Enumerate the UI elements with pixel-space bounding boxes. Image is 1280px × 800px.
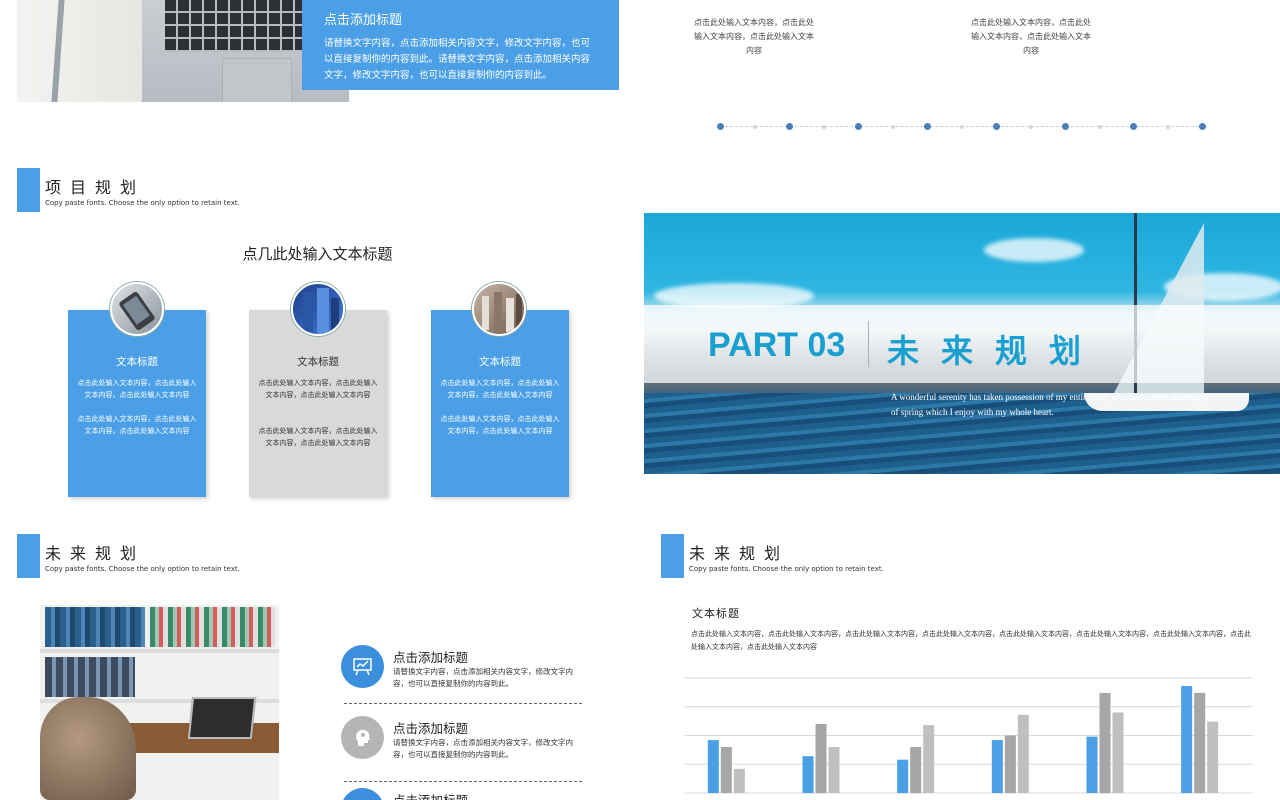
card-title: 文本标题 (479, 356, 521, 368)
card-text: 点击此处输入文本内容，点击此处输入文本内容，点击此处输入文本内容 (258, 427, 378, 447)
card-text: 点击此处输入文本内容，点击此处输入文本内容，点击此处输入文本内容 (77, 379, 197, 399)
plan-card-1: 文本标题 点击此处输入文本内容，点击此处输入文本内容，点击此处输入文本内容 点击… (68, 310, 206, 497)
timeline-dot (1130, 123, 1137, 130)
card-photo-building (291, 282, 345, 336)
chart-bar-series-3 (1207, 721, 1219, 793)
plan-card-2: 文本标题 点击此处输入文本内容，点击此处输入文本内容，点击此处输入文本内容 点击… (249, 310, 387, 497)
chart-bar-series-1 (707, 740, 719, 793)
chart-bar-series-1 (1086, 736, 1098, 793)
future-plan-right-title: 未来规划 (689, 544, 790, 563)
chart-bar-series-2 (1099, 692, 1111, 793)
banner-quote: A wonderful serenity has taken possessio… (891, 392, 1205, 417)
item-text: 请替换文字内容，点击添加相关内容文字，修改文字内容，也可以直接复制你的内容到此。 (393, 667, 573, 688)
timeline-dot (1199, 123, 1206, 130)
top-left-box-title: 点击添加标题 (324, 13, 403, 28)
future-plan-right-subtitle: Copy paste fonts. Choose the only option… (689, 565, 884, 573)
card-title: 文本标题 (116, 356, 158, 368)
card-title: 文本标题 (297, 356, 339, 368)
project-plan-heading: 点几此处输入文本标题 (242, 245, 393, 263)
chart-title: 文本标题 (692, 607, 740, 620)
chart-bar-series-2 (910, 747, 922, 793)
plan-card-3: 文本标题 点击此处输入文本内容，点击此处输入文本内容，点击此处输入文本内容 点击… (431, 310, 569, 497)
timeline-dot (993, 123, 1000, 130)
chart-bar-series-3 (1112, 712, 1124, 793)
item-text: 请替换文字内容，点击添加相关内容文字，修改文字内容，也可以直接复制你的内容到此。 (393, 738, 573, 759)
item-divider (344, 703, 582, 704)
timeline-text-1: 点击此处输入文本内容，点击此处输入文本内容，点击此处输入文本内容 (694, 18, 814, 55)
card-text: 点击此处输入文本内容，点击此处输入文本内容，点击此处输入文本内容 (77, 415, 197, 435)
chart-bar-series-2 (815, 724, 827, 793)
future-plan-item-2: 点击添加标题 请替换文字内容，点击添加相关内容文字，修改文字内容，也可以直接复制… (341, 716, 586, 786)
timeline-dot-small (1098, 125, 1102, 129)
chart-bar-series-1 (802, 756, 814, 793)
future-plan-subtitle: Copy paste fonts. Choose the only option… (45, 565, 240, 573)
future-plan-title: 未来规划 (45, 544, 146, 563)
timeline-text-2: 点击此处输入文本内容，点击此处输入文本内容，点击此处输入文本内容 (971, 18, 1091, 55)
card-text: 点击此处输入文本内容，点击此处输入文本内容，点击此处输入文本内容 (440, 379, 560, 399)
banner-title: 未来规划 (887, 332, 1104, 370)
chart-bar-series-1 (1181, 686, 1193, 793)
item-title: 点击添加标题 (393, 790, 468, 800)
timeline-dot-small (753, 125, 757, 129)
card-photo-phone (110, 282, 164, 336)
chart-bar-series-2 (1004, 735, 1016, 793)
laptop-photo (17, 0, 349, 102)
item-title: 点击添加标题 (393, 650, 469, 665)
timeline-dot (924, 123, 931, 130)
chart-bar-series-2 (1194, 692, 1206, 793)
section-accent-bar (17, 168, 40, 212)
future-plan-item-1: 点击添加标题 请替换文字内容，点击添加相关内容文字，修改文字内容，也可以直接复制… (341, 645, 586, 715)
chart-bar-series-3 (733, 768, 745, 793)
chart-bar-series-2 (720, 747, 732, 793)
item-divider (344, 781, 582, 782)
chart-bar-series-3 (923, 725, 935, 793)
section-accent-bar (661, 534, 684, 578)
office-desk-photo (40, 605, 279, 800)
top-left-box-text: 请替换文字内容，点击添加相关内容文字，修改文字内容，也可以直接复制你的内容到此。… (324, 38, 591, 81)
bar-chart (685, 677, 1253, 794)
part-number: PART 03 (708, 326, 846, 364)
project-plan-title: 项目规划 (45, 178, 146, 197)
part-03-banner: PART 03 未来规划 A wonderful serenity has ta… (644, 213, 1280, 474)
timeline-dot-small (960, 125, 964, 129)
chart-bar-series-1 (897, 759, 909, 793)
section-accent-bar (17, 534, 40, 578)
card-text: 点击此处输入文本内容，点击此处输入文本内容，点击此处输入文本内容 (258, 379, 378, 399)
timeline-dot (855, 123, 862, 130)
timeline-dot-small (822, 125, 826, 129)
timeline-dot (786, 123, 793, 130)
timeline-dot-small (1166, 125, 1170, 129)
timeline-dot-small (1029, 125, 1033, 129)
head-idea-icon (341, 716, 384, 759)
circle-icon (341, 788, 384, 800)
project-plan-subtitle: Copy paste fonts. Choose the only option… (45, 199, 240, 207)
chart-bar-series-1 (991, 740, 1003, 793)
timeline-dot (1062, 123, 1069, 130)
timeline-dot-small (891, 125, 895, 129)
chart-bar-series-3 (1017, 714, 1029, 793)
presentation-icon (341, 645, 384, 688)
chart-bar-series-3 (828, 747, 840, 793)
timeline-dot (717, 123, 724, 130)
top-left-text-box: 点击添加标题 请替换文字内容，点击添加相关内容文字，修改文字内容，也可以直接复制… (302, 0, 619, 90)
chart-description: 点击此处输入文本内容，点击此处输入文本内容，点击此处输入文本内容，点击此处输入文… (691, 630, 1251, 651)
item-title: 点击添加标题 (393, 721, 469, 736)
future-plan-item-3: 点击添加标题 (341, 788, 586, 800)
card-text: 点击此处输入文本内容，点击此处输入文本内容，点击此处输入文本内容 (440, 415, 560, 435)
card-photo-people (472, 282, 526, 336)
